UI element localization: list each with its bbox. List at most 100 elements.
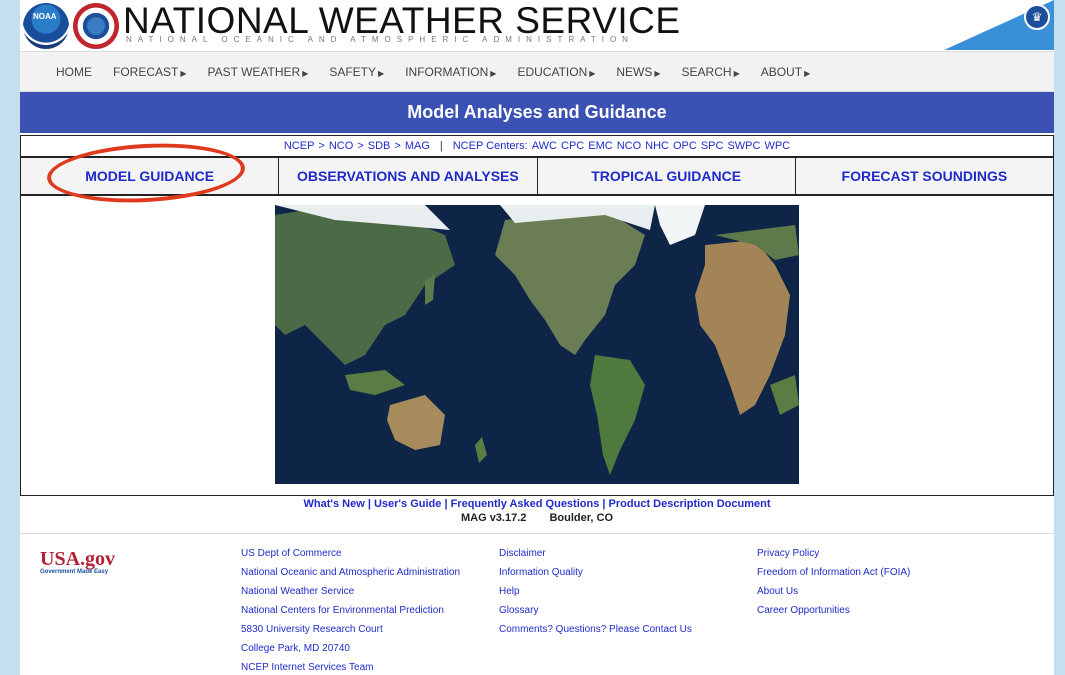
center-link-opc[interactable]: OPC: [673, 140, 697, 152]
nav-item-label: EDUCATION: [517, 64, 588, 79]
caret-right-icon: ▶: [589, 68, 596, 78]
site-header: NOAA NATIONAL WEATHER SERVICE NATIONAL O…: [20, 0, 1054, 52]
info-link-user-s-guide[interactable]: User's Guide: [374, 498, 441, 510]
footer-link-ncep-internet-services-team[interactable]: NCEP Internet Services Team: [241, 662, 460, 675]
nav-item-about[interactable]: ABOUT ▶: [761, 65, 811, 79]
caret-right-icon: ▶: [490, 68, 497, 78]
usa-gov-text: USA.gov: [40, 548, 116, 570]
center-link-cpc[interactable]: CPC: [561, 140, 584, 152]
centers-label[interactable]: NCEP Centers:: [453, 140, 528, 152]
nav-item-label: NEWS: [616, 64, 653, 79]
tab-model-guidance[interactable]: MODEL GUIDANCE: [21, 138, 280, 208]
tab-forecast-soundings[interactable]: FORECAST SOUNDINGS: [795, 158, 1053, 194]
center-link-emc[interactable]: EMC: [588, 140, 612, 152]
nav-item-home[interactable]: HOME: [56, 65, 92, 79]
nav-item-label: FORECAST: [113, 64, 179, 79]
tab-observations-and-analyses[interactable]: OBSERVATIONS AND ANALYSES: [279, 158, 538, 194]
tab-tropical-guidance[interactable]: TROPICAL GUIDANCE: [537, 158, 796, 194]
footer-link-5830-university-research-court[interactable]: 5830 University Research Court: [241, 624, 460, 643]
version-line: MAG v3.17.2 Boulder, CO: [20, 512, 1054, 524]
version-label: MAG v3.17.2: [460, 512, 527, 524]
site-footer: USA.gov Government Made Easy US Dept of C…: [20, 533, 1054, 673]
version-location: Boulder, CO: [549, 512, 614, 524]
nav-item-label: PAST WEATHER: [207, 64, 301, 79]
nav-item-forecast[interactable]: FORECAST ▶: [113, 65, 187, 79]
tab-label: FORECAST SOUNDINGS: [841, 168, 1008, 184]
footer-link-national-weather-service[interactable]: National Weather Service: [241, 586, 460, 605]
breadcrumb-sdb[interactable]: SDB: [368, 140, 391, 152]
world-map[interactable]: [275, 205, 799, 484]
breadcrumb-separator: >: [357, 140, 364, 152]
nav-item-label: SAFETY: [329, 64, 377, 79]
nav-item-label: HOME: [56, 64, 92, 79]
info-link-what-s-new[interactable]: What's New: [303, 498, 364, 510]
center-link-spc[interactable]: SPC: [701, 140, 724, 152]
nws-logo[interactable]: [73, 3, 119, 49]
caret-right-icon: ▶: [302, 68, 309, 78]
main-panel: NCEP > NCO > SDB > MAG | NCEP Centers: AWC CPC EMC N…: [20, 135, 1054, 496]
footer-col-3: Privacy Policy Freedom of Information Act…: [757, 548, 910, 624]
footer-link-career-opportunities[interactable]: Career Opportunities: [757, 605, 910, 624]
commerce-seal-icon[interactable]: ♛: [1024, 4, 1050, 30]
footer-col-2: Disclaimer Information Quality Help Glossar…: [499, 548, 692, 643]
center-link-nhc[interactable]: NHC: [645, 140, 669, 152]
usa-gov-tagline: Government Made Easy: [40, 569, 109, 575]
page: NOAA NATIONAL WEATHER SERVICE NATIONAL O…: [20, 0, 1054, 675]
caret-right-icon: ▶: [180, 68, 187, 78]
nav-item-safety[interactable]: SAFETY ▶: [329, 65, 384, 79]
info-link-frequently-asked-questions[interactable]: Frequently Asked Questions: [451, 498, 600, 510]
breadcrumb-nco[interactable]: NCO: [329, 140, 353, 152]
center-link-nco[interactable]: NCO: [617, 140, 641, 152]
page-title: Model Analyses and Guidance: [20, 92, 1054, 135]
link-separator: |: [364, 498, 374, 510]
noaa-logo[interactable]: NOAA: [23, 3, 69, 49]
nav-item-education[interactable]: EDUCATION ▶: [517, 65, 595, 79]
caret-right-icon: ▶: [804, 68, 811, 78]
caret-right-icon: ▶: [733, 68, 740, 78]
footer-link-freedom-of-information-act-foia[interactable]: Freedom of Information Act (FOIA): [757, 567, 910, 586]
footer-link-college-park-md-20740[interactable]: College Park, MD 20740: [241, 643, 460, 662]
breadcrumb-separator: >: [394, 140, 401, 152]
world-map-graphic: [275, 205, 799, 484]
breadcrumb-divider: |: [439, 140, 443, 152]
breadcrumb-ncep[interactable]: NCEP: [284, 140, 315, 152]
footer-link-help[interactable]: Help: [499, 586, 692, 605]
info-link-product-description-document[interactable]: Product Description Document: [609, 498, 771, 510]
footer-link-privacy-policy[interactable]: Privacy Policy: [757, 548, 910, 567]
nav-item-past-weather[interactable]: PAST WEATHER ▶: [208, 65, 309, 79]
link-separator: |: [599, 498, 609, 510]
nav-item-label: INFORMATION: [405, 64, 489, 79]
footer-link-national-centers-for-environmental-prediction[interactable]: National Centers for Environmental Predi…: [241, 605, 460, 624]
nav-item-label: SEARCH: [681, 64, 732, 79]
breadcrumb: NCEP > NCO > SDB > MAG | NCEP Centers: AWC CPC EMC N…: [21, 136, 1053, 156]
footer-link-national-oceanic-and-atmospheric-administration[interactable]: National Oceanic and Atmospheric Adminis…: [241, 567, 460, 586]
nav-item-label: ABOUT: [760, 64, 803, 79]
map-area: [21, 196, 1053, 495]
footer-col-1: US Dept of Commerce National Oceanic and …: [241, 548, 460, 675]
breadcrumb-separator: >: [318, 140, 325, 152]
main-nav: HOME FORECAST ▶ PAST WEATHER ▶ SAFETY ▶ INFORMA…: [20, 52, 1054, 92]
site-subtitle: NATIONAL OCEANIC AND ATMOSPHERIC ADMINIS…: [126, 35, 634, 44]
center-link-awc[interactable]: AWC: [532, 140, 557, 152]
footer-link-information-quality[interactable]: Information Quality: [499, 567, 692, 586]
footer-link-comments-questions-please-contact-us[interactable]: Comments? Questions? Please Contact Us: [499, 624, 692, 643]
center-link-swpc[interactable]: SWPC: [727, 140, 760, 152]
center-link-wpc[interactable]: WPC: [764, 140, 790, 152]
footer-link-us-dept-of-commerce[interactable]: US Dept of Commerce: [241, 548, 460, 567]
caret-right-icon: ▶: [654, 68, 661, 78]
footer-link-disclaimer[interactable]: Disclaimer: [499, 548, 692, 567]
info-links: What's New | User's Guide | Frequently A…: [20, 498, 1054, 510]
tab-label: OBSERVATIONS AND ANALYSES: [297, 168, 519, 184]
usa-gov-logo[interactable]: USA.gov Government Made Easy: [40, 548, 115, 575]
footer-link-about-us[interactable]: About Us: [757, 586, 910, 605]
nav-item-search[interactable]: SEARCH ▶: [682, 65, 740, 79]
guidance-tabs: MODEL GUIDANCE OBSERVATIONS AND ANALYSES T…: [21, 138, 1053, 208]
tab-label: TROPICAL GUIDANCE: [591, 168, 742, 184]
nav-item-information[interactable]: INFORMATION ▶: [405, 65, 496, 79]
footer-link-glossary[interactable]: Glossary: [499, 605, 692, 624]
breadcrumb-mag[interactable]: MAG: [405, 140, 430, 152]
nav-item-news[interactable]: NEWS ▶: [616, 65, 660, 79]
link-separator: |: [441, 498, 451, 510]
tab-label: MODEL GUIDANCE: [85, 168, 215, 184]
noaa-logo-text: NOAA: [33, 12, 57, 21]
